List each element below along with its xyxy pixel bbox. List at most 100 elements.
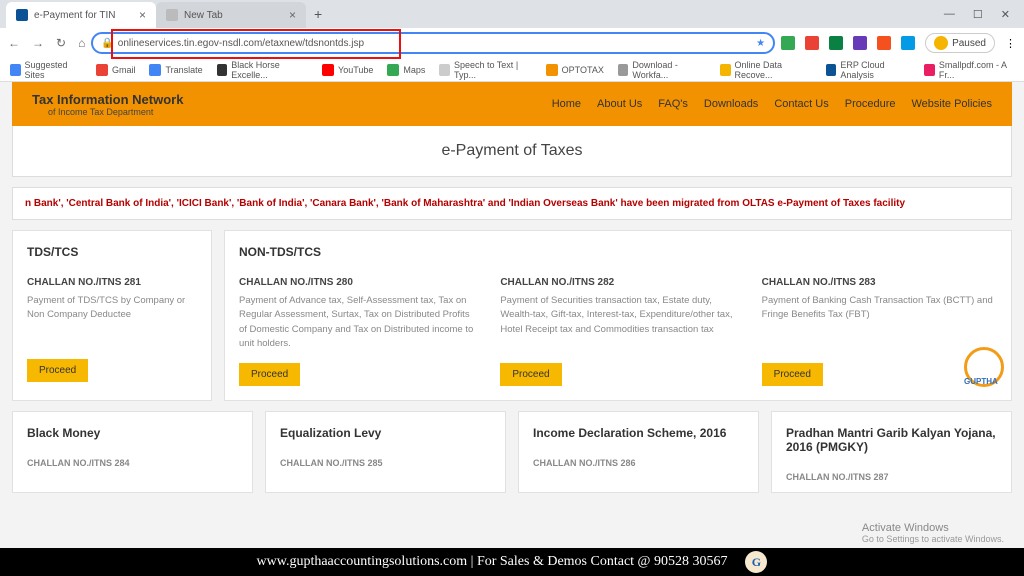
reload-icon[interactable]: ↻	[56, 36, 66, 50]
back-icon[interactable]: ←	[8, 36, 20, 50]
challan-col: CHALLAN NO./ITNS 280 Payment of Advance …	[239, 277, 474, 386]
maximize-icon[interactable]: ☐	[973, 8, 983, 21]
bookmark-item[interactable]: OPTOTAX	[546, 64, 604, 76]
bookmark-item[interactable]: Maps	[387, 64, 425, 76]
main-menu: Home About Us FAQ's Downloads Contact Us…	[552, 98, 992, 110]
activate-line2: Go to Settings to activate Windows.	[862, 534, 1004, 544]
minimize-icon[interactable]: —	[944, 8, 955, 21]
menu-dots-icon[interactable]: ⋮	[1005, 37, 1016, 50]
card-tds: TDS/TCS CHALLAN NO./ITNS 281 Payment of …	[12, 230, 212, 401]
menu-item[interactable]: Downloads	[704, 98, 758, 110]
bookmark-item[interactable]: Speech to Text | Typ...	[439, 60, 531, 80]
page-title: e-Payment of Taxes	[12, 126, 1012, 177]
challan-no: CHALLAN NO./ITNS 287	[786, 472, 997, 482]
cards-row: TDS/TCS CHALLAN NO./ITNS 281 Payment of …	[12, 230, 1012, 401]
challan-col: CHALLAN NO./ITNS 282 Payment of Securiti…	[500, 277, 735, 386]
challan-no: CHALLAN NO./ITNS 281	[27, 277, 197, 288]
bookmarks-bar: Suggested Sites Gmail Translate Black Ho…	[0, 58, 1024, 82]
menu-item[interactable]: Procedure	[845, 98, 896, 110]
proceed-button[interactable]: Proceed	[500, 363, 561, 386]
card-desc: Payment of Advance tax, Self-Assessment …	[239, 294, 474, 351]
home-icon[interactable]: ⌂	[78, 36, 85, 50]
card-title: TDS/TCS	[27, 245, 197, 259]
challan-no: CHALLAN NO./ITNS 284	[27, 458, 238, 468]
bookmark-item[interactable]: ERP Cloud Analysis	[826, 60, 911, 80]
tab-close-icon[interactable]: ×	[289, 8, 296, 22]
tab-favicon	[166, 9, 178, 21]
browser-chrome: e-Payment for TIN × New Tab × + — ☐ ✕ ← …	[0, 0, 1024, 82]
challan-no: CHALLAN NO./ITNS 280	[239, 277, 474, 288]
tab-favicon	[16, 9, 28, 21]
bookmark-item[interactable]: Black Horse Excelle...	[217, 60, 308, 80]
card-title: Equalization Levy	[280, 426, 491, 440]
bookmark-item[interactable]: Suggested Sites	[10, 60, 82, 80]
card-pmgky: Pradhan Mantri Garib Kalyan Yojana, 2016…	[771, 411, 1012, 493]
card-desc: Payment of TDS/TCS by Company or Non Com…	[27, 294, 197, 347]
site-header: Tax Information Network of Income Tax De…	[12, 82, 1012, 126]
proceed-button[interactable]: Proceed	[762, 363, 823, 386]
menu-item[interactable]: FAQ's	[658, 98, 688, 110]
ext-icon[interactable]	[829, 36, 843, 50]
tab-close-icon[interactable]: ×	[139, 8, 146, 22]
menu-item[interactable]: Website Policies	[912, 98, 993, 110]
card-title: Income Declaration Scheme, 2016	[533, 426, 744, 440]
ext-icon[interactable]	[781, 36, 795, 50]
menu-item[interactable]: Home	[552, 98, 581, 110]
card-title: NON-TDS/TCS	[239, 245, 997, 259]
marquee-notice: n Bank', 'Central Bank of India', 'ICICI…	[12, 187, 1012, 220]
card-nontds: NON-TDS/TCS CHALLAN NO./ITNS 280 Payment…	[224, 230, 1012, 401]
bookmark-item[interactable]: Gmail	[96, 64, 136, 76]
bookmark-item[interactable]: Smallpdf.com - A Fr...	[924, 60, 1014, 80]
avatar-icon	[934, 36, 948, 50]
url-text: onlineservices.tin.egov-nsdl.com/etaxnew…	[118, 38, 364, 49]
brand-title: Tax Information Network	[32, 92, 183, 107]
card-ids: Income Declaration Scheme, 2016 CHALLAN …	[518, 411, 759, 493]
card-title: Black Money	[27, 426, 238, 440]
card-equalization: Equalization Levy CHALLAN NO./ITNS 285	[265, 411, 506, 493]
footer-banner: www.gupthaaccountingsolutions.com | For …	[0, 548, 1024, 576]
card-desc: Payment of Banking Cash Transaction Tax …	[762, 294, 997, 351]
url-bar[interactable]: 🔒 onlineservices.tin.egov-nsdl.com/etaxn…	[91, 32, 775, 54]
browser-tab-inactive[interactable]: New Tab ×	[156, 2, 306, 28]
proceed-button[interactable]: Proceed	[239, 363, 300, 386]
lock-icon: 🔒	[101, 38, 113, 49]
activate-line1: Activate Windows	[862, 522, 1004, 534]
bookmark-item[interactable]: Online Data Recove...	[720, 60, 812, 80]
window-controls: — ☐ ✕	[930, 8, 1024, 21]
star-icon[interactable]: ★	[756, 38, 765, 49]
footer-text: www.gupthaaccountingsolutions.com | For …	[257, 554, 728, 570]
ext-icon[interactable]	[805, 36, 819, 50]
card-title: Pradhan Mantri Garib Kalyan Yojana, 2016…	[786, 426, 997, 454]
challan-no: CHALLAN NO./ITNS 286	[533, 458, 744, 468]
tab-strip: e-Payment for TIN × New Tab × + — ☐ ✕	[0, 0, 1024, 28]
browser-tab-active[interactable]: e-Payment for TIN ×	[6, 2, 156, 28]
menu-item[interactable]: About Us	[597, 98, 642, 110]
card-desc: Payment of Securities transaction tax, E…	[500, 294, 735, 351]
profile-paused[interactable]: Paused	[925, 33, 995, 53]
extensions: Paused ⋮	[781, 33, 1016, 53]
bookmark-item[interactable]: Download - Workfa...	[618, 60, 706, 80]
challan-no: CHALLAN NO./ITNS 283	[762, 277, 997, 288]
menu-item[interactable]: Contact Us	[774, 98, 828, 110]
tab-title: New Tab	[184, 10, 223, 21]
close-window-icon[interactable]: ✕	[1001, 8, 1010, 21]
cards-row-2: Black Money CHALLAN NO./ITNS 284 Equaliz…	[12, 411, 1012, 493]
proceed-button[interactable]: Proceed	[27, 359, 88, 382]
ext-icon[interactable]	[877, 36, 891, 50]
challan-col: CHALLAN NO./ITNS 283 Payment of Banking …	[762, 277, 997, 386]
brand: Tax Information Network of Income Tax De…	[32, 92, 183, 117]
brand-subtitle: of Income Tax Department	[48, 107, 183, 117]
challan-no: CHALLAN NO./ITNS 285	[280, 458, 491, 468]
forward-icon[interactable]: →	[32, 36, 44, 50]
new-tab-button[interactable]: +	[306, 6, 330, 22]
watermark-logo: GUPTHA	[964, 347, 1024, 402]
footer-logo-icon: G	[745, 551, 767, 573]
bookmark-item[interactable]: YouTube	[322, 64, 373, 76]
bookmark-item[interactable]: Translate	[149, 64, 202, 76]
paused-label: Paused	[952, 38, 986, 49]
activate-windows-overlay: Activate Windows Go to Settings to activ…	[862, 522, 1004, 544]
ext-icon[interactable]	[853, 36, 867, 50]
ext-icon[interactable]	[901, 36, 915, 50]
tab-title: e-Payment for TIN	[34, 10, 116, 21]
address-bar-row: ← → ↻ ⌂ 🔒 onlineservices.tin.egov-nsdl.c…	[0, 28, 1024, 58]
